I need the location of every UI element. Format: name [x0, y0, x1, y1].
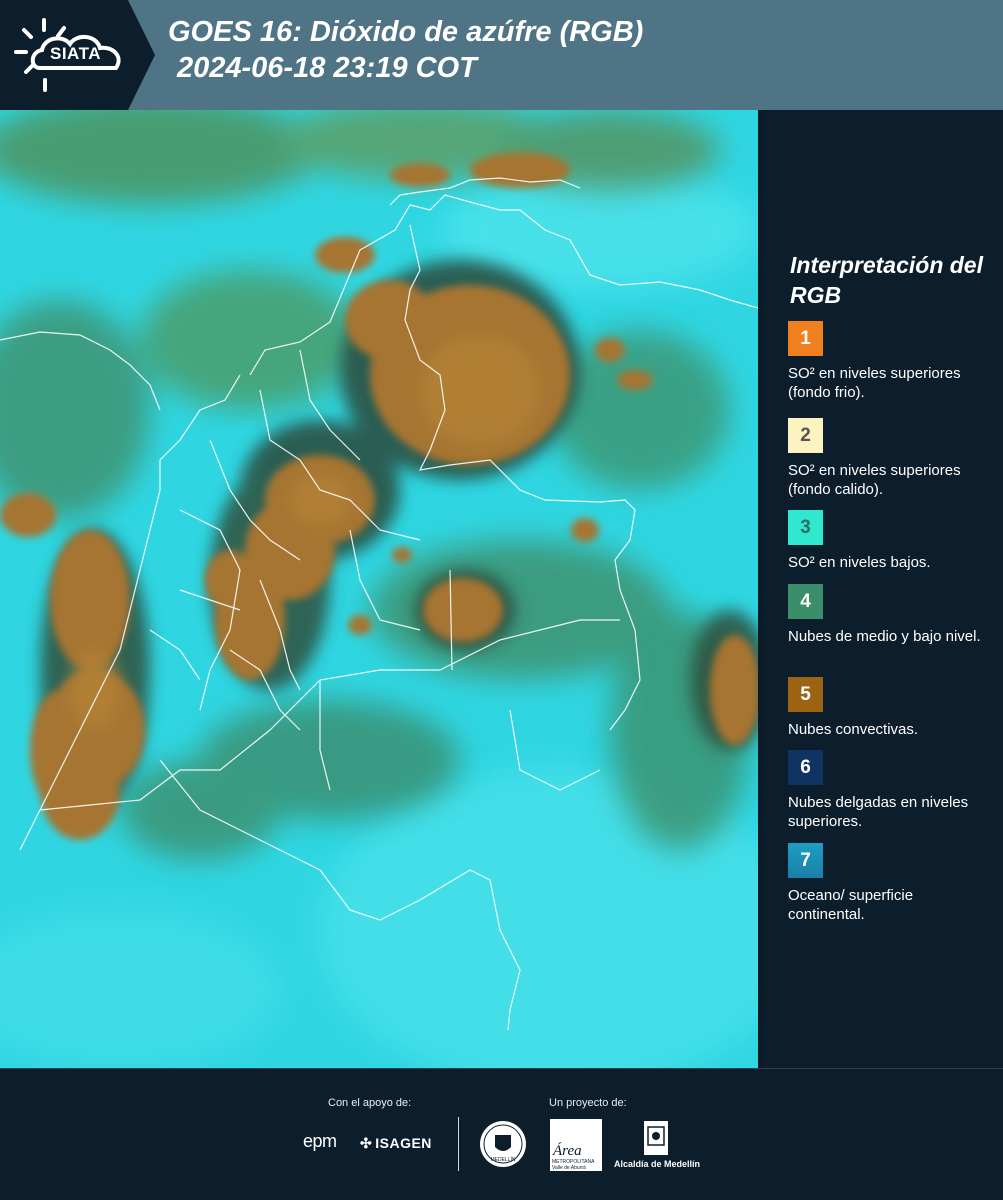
legend-item-7: 7 Oceano/ superficie continental.	[788, 843, 988, 924]
satellite-rgb-map	[0, 110, 758, 1068]
isagen-logo-text: ISAGEN	[375, 1135, 432, 1151]
title-line-1: GOES 16: Dióxido de azúfre (RGB)	[168, 16, 644, 48]
legend-swatch-3: 3	[788, 510, 823, 545]
legend-swatch-7: 7	[788, 843, 823, 878]
project-label: Un proyecto de:	[549, 1097, 627, 1109]
legend-swatch-1: 1	[788, 321, 823, 356]
alcaldia-emblem-icon	[644, 1121, 668, 1155]
support-label: Con el apoyo de:	[328, 1097, 412, 1109]
legend-item-1: 1 SO² en niveles superiores (fondo frio)…	[788, 321, 988, 402]
siata-logo: SIATA	[0, 0, 155, 110]
footer-bar: Con el apoyo de: Un proyecto de: epm ✣ IS…	[0, 1068, 1003, 1200]
legend-title: Interpretación del RGB	[790, 252, 983, 308]
siata-logo-text: SIATA	[50, 44, 101, 63]
legend-label-1: SO² en niveles superiores (fondo frio).	[788, 365, 961, 401]
legend-label-2: SO² en niveles superiores (fondo calido)…	[788, 462, 961, 498]
legend-item-6: 6 Nubes delgadas en niveles superiores.	[788, 750, 988, 831]
alcaldia-logo-text: Alcaldía de Medellín	[614, 1159, 701, 1169]
isagen-mark-icon: ✣	[360, 1135, 373, 1151]
legend-label-6: Nubes delgadas en niveles superiores.	[788, 794, 969, 830]
map-image	[0, 110, 758, 1068]
legend-swatch-5: 5	[788, 677, 823, 712]
isagen-logo: ✣ ISAGEN	[360, 1135, 432, 1152]
seal-text: MEDELLÍN	[490, 1156, 515, 1163]
legend-swatch-2: 2	[788, 418, 823, 453]
legend-panel: Interpretación del RGB 1 SO² en niveles …	[764, 110, 1003, 1068]
legend-swatch-6: 6	[788, 750, 823, 785]
legend-label-7: Oceano/ superficie continental.	[788, 887, 914, 923]
legend-item-2: 2 SO² en niveles superiores (fondo calid…	[788, 418, 988, 499]
area-metropolitana-logo: Área METROPOLITANA Valle de Aburrá	[550, 1119, 602, 1171]
page-title: GOES 16: Dióxido de azúfre (RGB) 2024-06…	[168, 14, 643, 86]
legend-item-4: 4 Nubes de medio y bajo nivel.	[788, 584, 988, 646]
legend-swatch-4: 4	[788, 584, 823, 619]
legend-item-3: 3 SO² en niveles bajos.	[788, 510, 988, 572]
title-line-2: 2024-06-18 23:19 COT	[177, 52, 477, 84]
area-logo-subtext: METROPOLITANA Valle de Aburrá	[552, 1159, 595, 1171]
footer-divider	[458, 1117, 459, 1171]
medellin-seal-icon: MEDELLÍN	[480, 1121, 526, 1167]
legend-item-5: 5 Nubes convectivas.	[788, 677, 988, 739]
header-bar: SIATA GOES 16: Dióxido de azúfre (RGB) 2…	[0, 0, 1003, 110]
legend-label-3: SO² en niveles bajos.	[788, 554, 931, 571]
legend-label-5: Nubes convectivas.	[788, 721, 919, 738]
legend-label-4: Nubes de medio y bajo nivel.	[788, 628, 981, 645]
area-logo-text: Área	[553, 1143, 582, 1159]
epm-logo: epm	[303, 1131, 337, 1151]
